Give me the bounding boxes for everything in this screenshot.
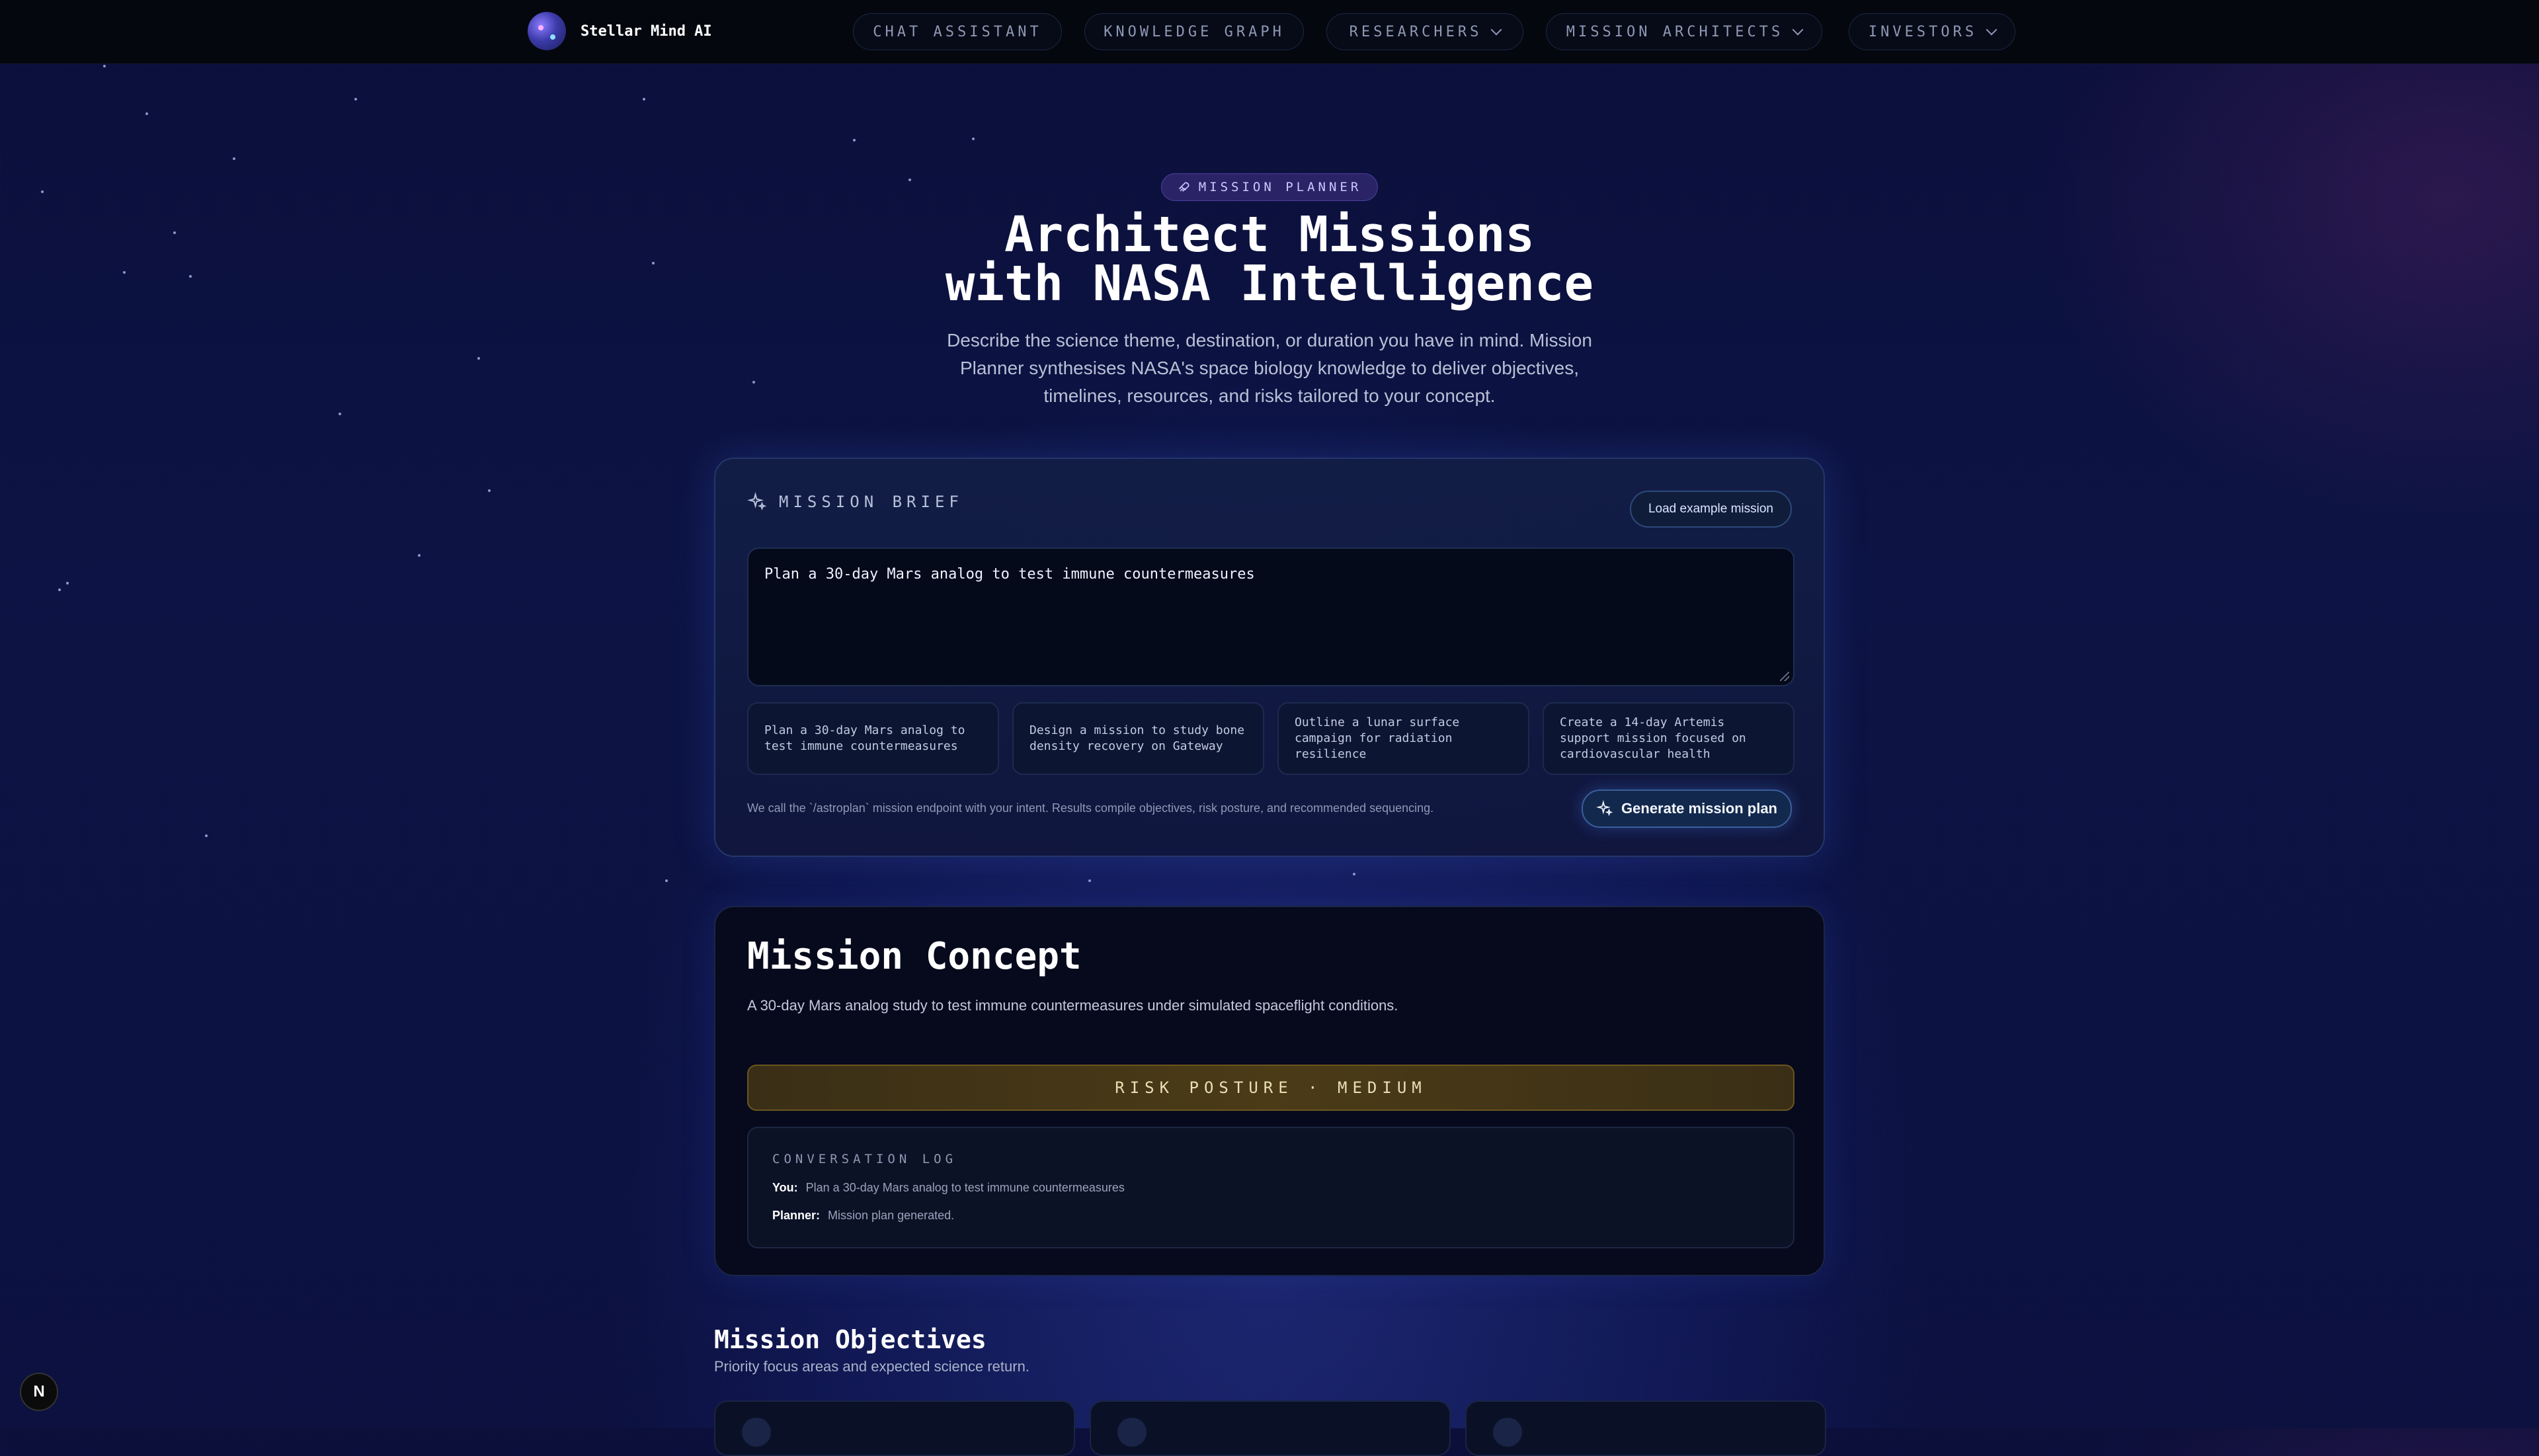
log-entry: Planner: Mission plan generated. [772, 1209, 954, 1223]
suggestion-chip[interactable]: Outline a lunar surface campaign for rad… [1277, 702, 1529, 775]
brand-logo-icon [528, 12, 566, 50]
objective-icon [1117, 1418, 1147, 1447]
log-text: Mission plan generated. [828, 1209, 955, 1222]
objective-card [714, 1400, 1075, 1456]
nav-label: CHAT ASSISTANT [873, 23, 1042, 40]
log-text: Plan a 30-day Mars analog to test immune… [805, 1181, 1125, 1194]
resize-handle[interactable] [1780, 672, 1789, 681]
mission-planner-badge: MISSION PLANNER [1161, 173, 1378, 201]
top-navigation-bar: Stellar Mind AI CHAT ASSISTANT KNOWLEDGE… [0, 0, 2539, 64]
concept-description: A 30-day Mars analog study to test immun… [747, 997, 1398, 1014]
sparkles-icon [747, 492, 767, 510]
log-entry: You: Plan a 30-day Mars analog to test im… [772, 1181, 1125, 1195]
sparkles-icon [1596, 800, 1613, 817]
mission-concept-card: Mission Concept A 30-day Mars analog stu… [714, 906, 1825, 1276]
objective-icon [1493, 1418, 1522, 1447]
concept-title: Mission Concept [747, 935, 1082, 978]
conversation-log-heading: CONVERSATION LOG [772, 1152, 957, 1166]
chevron-down-icon [1490, 24, 1502, 36]
mission-brief-card: MISSION BRIEF Load example mission Plan … [714, 458, 1825, 857]
conversation-log: CONVERSATION LOG You: Plan a 30-day Mars … [747, 1127, 1794, 1248]
chevron-down-icon [1986, 24, 1997, 36]
objectives-subtitle: Priority focus areas and expected scienc… [714, 1358, 1029, 1375]
objective-icon [742, 1418, 771, 1447]
objective-card [1090, 1400, 1451, 1456]
objective-card [1465, 1400, 1826, 1456]
suggestion-chip[interactable]: Design a mission to study bone density r… [1012, 702, 1264, 775]
load-example-button[interactable]: Load example mission [1629, 491, 1792, 528]
page-title: Architect Missions with NASA Intelligenc… [741, 210, 1798, 308]
suggestion-chip[interactable]: Create a 14-day Artemis support mission … [1543, 702, 1794, 775]
suggestion-list: Plan a 30-day Mars analog to test immune… [747, 702, 1794, 775]
chevron-down-icon [1792, 24, 1804, 36]
generate-mission-plan-button[interactable]: Generate mission plan [1582, 789, 1792, 828]
nav-mission-architects[interactable]: MISSION ARCHITECTS [1546, 13, 1822, 50]
nav-chat-assistant[interactable]: CHAT ASSISTANT [853, 13, 1062, 50]
brand[interactable]: Stellar Mind AI [528, 12, 712, 50]
log-speaker: Planner: [772, 1209, 821, 1222]
generate-label: Generate mission plan [1621, 800, 1777, 817]
objectives-title: Mission Objectives [714, 1325, 987, 1354]
mission-intent-value: Plan a 30-day Mars analog to test immune… [764, 566, 1255, 583]
nav-researchers[interactable]: RESEARCHERS [1326, 13, 1523, 50]
brand-name: Stellar Mind AI [581, 22, 712, 40]
nav-label: RESEARCHERS [1349, 23, 1482, 40]
mission-brief-heading: MISSION BRIEF [747, 492, 963, 512]
rocket-icon [1178, 182, 1189, 192]
nav-investors[interactable]: INVESTORS [1849, 13, 2015, 50]
endpoint-note: We call the `/astroplan` mission endpoin… [747, 801, 1434, 815]
page-subtitle: Describe the science theme, destination,… [947, 330, 1592, 406]
title-line-2: with NASA Intelligence [945, 255, 1594, 312]
nav-knowledge-graph[interactable]: KNOWLEDGE GRAPH [1084, 13, 1304, 50]
mission-brief-label: MISSION BRIEF [779, 493, 963, 511]
mission-intent-input[interactable]: Plan a 30-day Mars analog to test immune… [747, 547, 1794, 686]
log-speaker: You: [772, 1181, 798, 1194]
nav-label: INVESTORS [1868, 23, 1978, 40]
badge-label: MISSION PLANNER [1198, 180, 1362, 194]
dev-tools-badge[interactable]: N [20, 1373, 58, 1411]
suggestion-chip[interactable]: Plan a 30-day Mars analog to test immune… [747, 702, 999, 775]
risk-posture-banner: RISK POSTURE · MEDIUM [747, 1065, 1794, 1111]
nav-label: KNOWLEDGE GRAPH [1104, 23, 1285, 40]
title-line-1: Architect Missions [1004, 206, 1535, 263]
nav-label: MISSION ARCHITECTS [1566, 23, 1784, 40]
